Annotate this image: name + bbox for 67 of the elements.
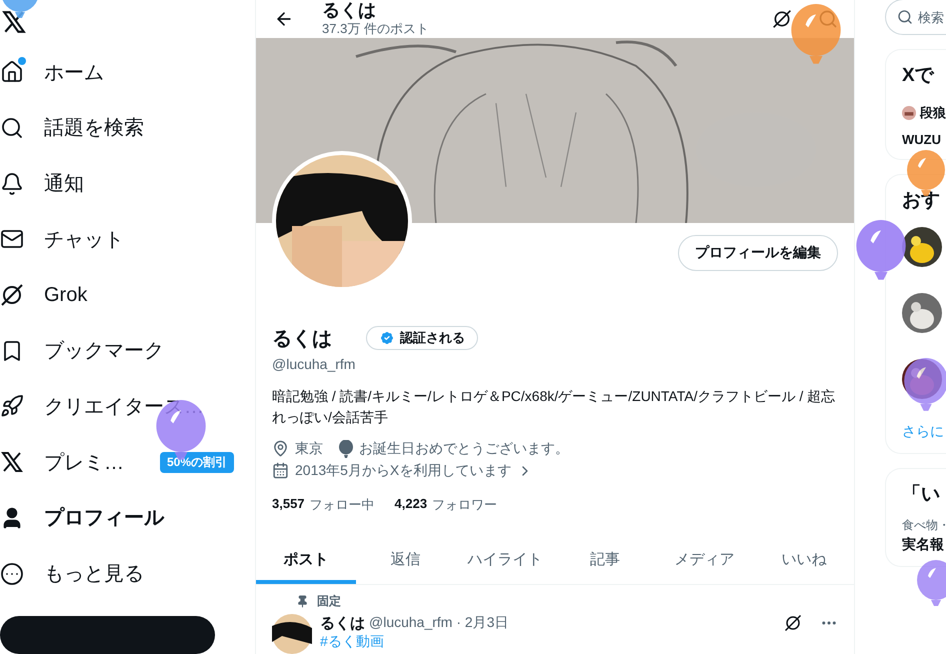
pinned-label: 固定 (317, 592, 341, 610)
bell-icon (0, 172, 24, 196)
nav-label: ブックマーク (44, 339, 164, 364)
calendar-icon (272, 462, 289, 480)
profile-tab[interactable]: 返信 (356, 536, 456, 584)
location-text: 東京 (295, 440, 323, 458)
following-link[interactable]: 3,557 フォロー中 (272, 496, 375, 514)
nav-item[interactable]: もっと見る (0, 546, 255, 602)
verify-button[interactable]: 認証される (366, 326, 478, 350)
edit-profile-button[interactable]: プロフィールを編集 (678, 235, 838, 272)
birthday-text: お誕生日おめでとうございます。 (359, 440, 569, 458)
profile-tab[interactable]: ハイライト (455, 536, 556, 584)
nav-item[interactable]: チャット (0, 211, 255, 268)
grok-icon (0, 283, 24, 307)
x-logo-icon (0, 450, 24, 474)
profile-tab[interactable]: いいね (754, 536, 854, 584)
search-icon (897, 9, 913, 25)
trend-text: WUZU (902, 132, 942, 147)
post-count: 37.3万 件のポスト (322, 20, 429, 38)
profile-name: るくは (272, 326, 332, 352)
nav-label: チャット (44, 228, 124, 253)
followers-link[interactable]: 4,223 フォロワー (394, 496, 498, 514)
nav-item[interactable]: Grok (0, 267, 255, 323)
nav-item[interactable]: プロフィール (0, 490, 255, 546)
nav-item[interactable]: ブックマーク (0, 322, 255, 379)
nav-label: クリエイタース… (44, 394, 204, 420)
more-icon (0, 562, 24, 586)
profile-tab[interactable]: 記事 (555, 536, 655, 584)
card-title: おす (902, 189, 941, 213)
nav-label: プレミ… (44, 450, 124, 476)
verified-icon (379, 330, 395, 346)
nav-item[interactable]: 通知 (0, 156, 255, 212)
nav-label: ホーム (44, 60, 104, 86)
profile-tab[interactable]: ポスト (256, 536, 356, 584)
grok-icon[interactable] (784, 614, 802, 632)
search-field[interactable]: 検索 (885, 0, 946, 35)
nav-item[interactable]: クリエイタース… (0, 378, 255, 434)
profile-bio: 暗記勉強 / 読書/キルミー/レトロゲ＆PC/x68k/ゲーミュー/ZUNTATA/クラフトビール / 超忘れっぽい/会話苦手 (272, 386, 836, 427)
joined-text: 2013年5月からXを利用しています (295, 462, 512, 480)
post-meta: @lucuha_rfm · 2月3日 (369, 614, 508, 632)
nav-item[interactable]: 話題を検索 (0, 100, 255, 156)
home-icon (0, 60, 24, 84)
pin-icon (296, 594, 309, 608)
nav-label: もっと見る (44, 562, 144, 588)
nav-item[interactable]: ホーム (0, 44, 255, 100)
nav-label: Grok (44, 284, 88, 306)
search-icon (0, 116, 24, 140)
nav-item[interactable]: プレミ… 50%の割引 (0, 434, 255, 490)
trend-user: 段狼 (920, 104, 946, 122)
rocket-icon (0, 394, 24, 418)
profile-handle: @lucuha_rfm (272, 356, 356, 372)
profile-tab[interactable]: メディア (654, 536, 754, 584)
grok-icon[interactable] (772, 9, 792, 30)
trend-headline: 実名報 (902, 536, 945, 554)
discount-badge: 50%の割引 (160, 452, 234, 473)
trend-category: 食べ物・ (902, 517, 946, 534)
nav-label: 話題を検索 (44, 116, 144, 142)
nav-label: プロフィール (44, 506, 164, 532)
nav-label: 通知 (44, 172, 84, 198)
header-title: るくは (322, 0, 377, 20)
card-title: Xで (902, 64, 936, 88)
location-icon (272, 440, 289, 458)
post-button[interactable] (0, 616, 215, 654)
x-logo-icon (1, 9, 27, 36)
post-author: るくは (320, 614, 365, 633)
balloon-icon (339, 440, 353, 458)
card-title: 「い (902, 483, 941, 507)
